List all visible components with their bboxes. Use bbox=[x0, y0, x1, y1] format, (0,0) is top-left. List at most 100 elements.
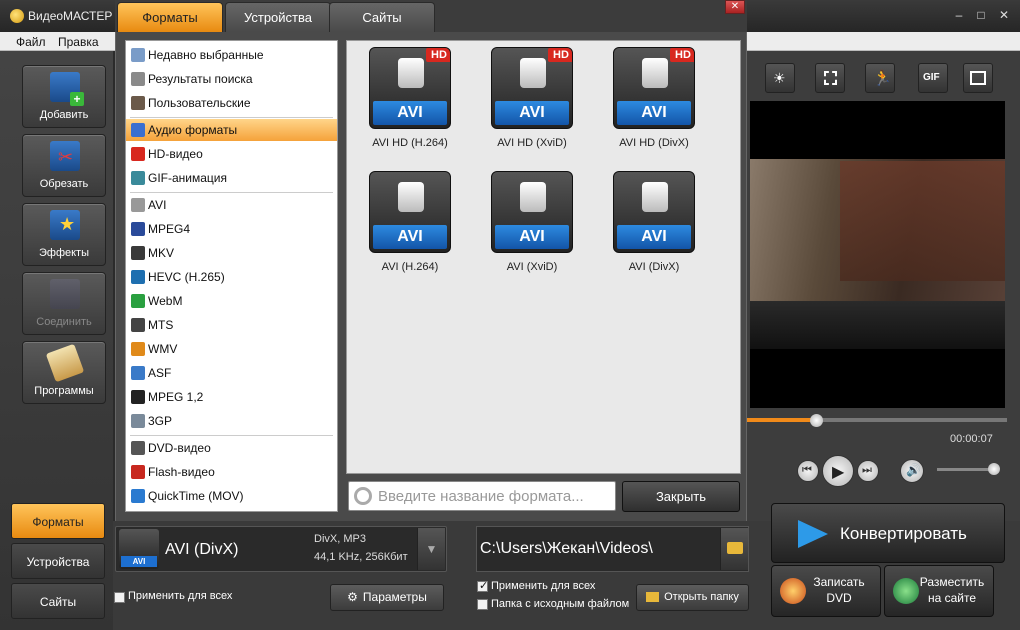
dialog-tab-sites[interactable]: Сайты bbox=[329, 2, 435, 32]
effects-button[interactable]: ★ Эффекты bbox=[22, 203, 106, 266]
source-folder-label: Папка с исходным файлом bbox=[491, 598, 630, 610]
category-label: Аудио форматы bbox=[148, 123, 238, 137]
volume-button[interactable]: 🔊 bbox=[900, 459, 924, 483]
category-label: GIF-анимация bbox=[148, 171, 227, 185]
category-item[interactable]: WMV bbox=[126, 338, 337, 360]
wmv-icon bbox=[131, 342, 145, 356]
category-separator bbox=[130, 192, 333, 193]
gif-button[interactable]: GIF bbox=[918, 63, 948, 93]
format-dropdown-button[interactable]: ▼ bbox=[417, 528, 445, 570]
category-item[interactable]: Flash-видео bbox=[126, 461, 337, 483]
menu-file[interactable]: Файл bbox=[16, 35, 46, 49]
minimize-button[interactable]: – bbox=[950, 7, 968, 23]
add-video-icon: + bbox=[50, 72, 84, 106]
format-tile[interactable]: AVI HD AVI HD (H.264) bbox=[347, 41, 457, 161]
apply-all-label-2: Применить для всех bbox=[491, 580, 596, 592]
webm-icon bbox=[131, 294, 145, 308]
category-item[interactable]: MPEG 1,2 bbox=[126, 386, 337, 408]
parameters-button[interactable]: ⚙ Параметры bbox=[330, 584, 444, 611]
category-label: HD-видео bbox=[148, 147, 203, 161]
user-icon bbox=[131, 96, 145, 110]
upload-site-button[interactable]: Разместить на сайте bbox=[884, 565, 994, 617]
dialog-tab-formats[interactable]: Форматы bbox=[117, 2, 223, 32]
dvd-disc-icon bbox=[780, 578, 806, 604]
open-folder-button[interactable]: Открыть папку bbox=[636, 584, 749, 611]
menu-edit[interactable]: Правка bbox=[58, 35, 99, 49]
apply-all-checkbox[interactable] bbox=[114, 592, 125, 603]
add-button[interactable]: + Добавить bbox=[22, 65, 106, 128]
mpeg12-icon bbox=[131, 390, 145, 404]
search-input[interactable] bbox=[378, 486, 613, 506]
category-item[interactable]: MPEG4 bbox=[126, 218, 337, 240]
category-item[interactable]: 3GP bbox=[126, 410, 337, 432]
tab-devices[interactable]: Устройства bbox=[11, 543, 105, 579]
dialog-close-icon[interactable]: ✕ bbox=[725, 0, 745, 14]
parameters-label: Параметры bbox=[362, 590, 427, 604]
format-badge: AVI bbox=[121, 556, 157, 567]
category-item[interactable]: Результаты поиска bbox=[126, 68, 337, 90]
programs-label: Программы bbox=[34, 385, 94, 397]
speaker-icon: 🔊 bbox=[906, 463, 921, 477]
category-label: 3GP bbox=[148, 414, 173, 428]
seek-handle[interactable] bbox=[810, 414, 823, 427]
audio-icon bbox=[131, 123, 145, 137]
category-item[interactable]: MKV bbox=[126, 242, 337, 264]
camera-icon bbox=[520, 58, 546, 88]
format-tile[interactable]: AVI AVI (H.264) bbox=[347, 165, 457, 285]
category-item[interactable]: MTS bbox=[126, 314, 337, 336]
source-folder-checkbox[interactable] bbox=[477, 599, 488, 610]
avi-icon bbox=[131, 198, 145, 212]
category-label: Недавно выбранные bbox=[148, 48, 264, 62]
prev-frame-button[interactable]: ⏮ bbox=[797, 460, 819, 482]
apply-all-checkbox-2[interactable]: ✓ bbox=[477, 580, 489, 592]
cut-button[interactable]: ✂ Обрезать bbox=[22, 134, 106, 197]
category-item[interactable]: Аудио форматы bbox=[126, 119, 337, 141]
maximize-button[interactable]: □ bbox=[972, 7, 990, 23]
format-tile[interactable]: AVI AVI (XviD) bbox=[469, 165, 579, 285]
recent-icon bbox=[131, 48, 145, 62]
speed-button[interactable]: 🏃 bbox=[865, 63, 895, 93]
tab-formats[interactable]: Форматы bbox=[11, 503, 105, 539]
format-name: AVI HD (H.264) bbox=[372, 137, 448, 149]
window-close-button[interactable]: ✕ bbox=[995, 7, 1013, 23]
category-separator bbox=[130, 117, 333, 118]
volume-handle[interactable] bbox=[988, 463, 1000, 475]
play-button[interactable]: ▶ bbox=[822, 455, 854, 487]
crop-button[interactable] bbox=[815, 63, 845, 93]
category-label: AVI bbox=[148, 198, 167, 212]
format-badge: AVI bbox=[617, 225, 691, 249]
burn-dvd-button[interactable]: Записать DVD bbox=[771, 565, 881, 617]
next-frame-button[interactable]: ⏭ bbox=[857, 460, 879, 482]
gif-icon bbox=[131, 171, 145, 185]
category-item[interactable]: Недавно выбранные bbox=[126, 44, 337, 66]
format-tile[interactable]: AVI HD AVI HD (XviD) bbox=[469, 41, 579, 161]
tab-sites[interactable]: Сайты bbox=[11, 583, 105, 619]
camera-icon bbox=[642, 182, 668, 212]
format-name: AVI (DivX) bbox=[628, 261, 680, 273]
category-item[interactable]: ASF bbox=[126, 362, 337, 384]
category-item[interactable]: Пользовательские bbox=[126, 92, 337, 114]
format-tile[interactable]: AVI AVI (DivX) bbox=[591, 165, 701, 285]
category-item[interactable]: AVI bbox=[126, 194, 337, 216]
join-button[interactable]: Соединить bbox=[22, 272, 106, 335]
category-label: MPEG4 bbox=[148, 222, 191, 236]
category-item[interactable]: WebM bbox=[126, 290, 337, 312]
format-name: AVI (H.264) bbox=[381, 261, 439, 273]
category-item[interactable]: HEVC (H.265) bbox=[126, 266, 337, 288]
format-tile[interactable]: AVI HD AVI HD (DivX) bbox=[591, 41, 701, 161]
format-name: AVI HD (DivX) bbox=[619, 137, 689, 149]
close-button[interactable]: Закрыть bbox=[622, 481, 740, 512]
dialog-tab-devices[interactable]: Устройства bbox=[225, 2, 331, 32]
check-icon: ✓ bbox=[479, 580, 489, 592]
category-item[interactable]: DVD-видео bbox=[126, 437, 337, 459]
category-item[interactable]: QuickTime (MOV) bbox=[126, 485, 337, 507]
fullscreen-button[interactable] bbox=[963, 63, 993, 93]
programs-button[interactable]: Программы bbox=[22, 341, 106, 404]
category-item[interactable]: GIF-анимация bbox=[126, 167, 337, 189]
brightness-button[interactable]: ☀ bbox=[765, 63, 795, 93]
browse-folder-button[interactable] bbox=[720, 528, 748, 570]
time-display: 00:00:07 bbox=[950, 433, 993, 445]
gear-icon: ⚙ bbox=[347, 590, 358, 604]
category-item[interactable]: HD-видео bbox=[126, 143, 337, 165]
format-name: AVI (XviD) bbox=[506, 261, 558, 273]
